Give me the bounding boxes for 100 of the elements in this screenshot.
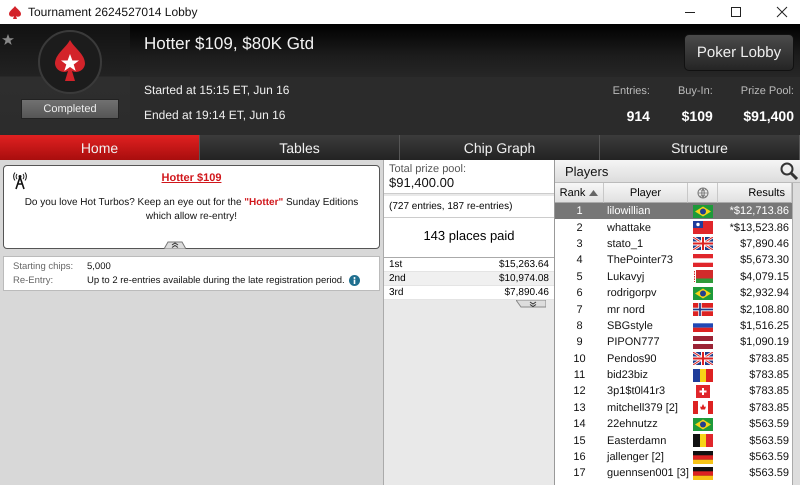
rank-cell-text: 10 (572, 352, 587, 367)
player-name[interactable]: 22ehnutzz (604, 416, 688, 432)
players-title: Players (565, 164, 608, 178)
player-name[interactable]: whattake (604, 219, 688, 236)
status-ribbon: Completed (21, 99, 119, 119)
player-name[interactable]: Lukavyj (604, 268, 688, 285)
start-time: Started at 15:15 ET, Jun 16 (144, 83, 290, 97)
result-cell-text: $783.85 (748, 368, 790, 384)
rank-cell-text: 7 (575, 302, 584, 318)
player-name[interactable]: stato_1 (604, 236, 688, 252)
player-name[interactable]: SBGstyle (604, 318, 688, 334)
spade-logo-icon (38, 30, 102, 94)
detail-value: Up to 2 re-entries available during the late registration period. (87, 275, 345, 286)
player-name[interactable]: mitchell379 [2] (604, 400, 688, 416)
tournament-name: Hotter $109, $80K Gtd (143, 33, 316, 54)
stat-label: Entries: (612, 85, 650, 97)
rank-cell-text: 9 (575, 335, 584, 350)
result-cell-text: $7,890.46 (739, 236, 790, 252)
rank-cell-text: 2 (575, 220, 584, 236)
player-name[interactable]: jallenger [2] (604, 448, 688, 466)
rank-cell-text: 8 (575, 318, 584, 334)
detail-label: Re-Entry: (13, 275, 54, 286)
column-header[interactable] (688, 183, 718, 203)
end-time: Ended at 19:14 ET, Jun 16 (144, 108, 286, 122)
result-cell-text: $563.59 (748, 417, 790, 432)
column-header[interactable]: Rank (555, 183, 604, 203)
result-cell-text: $563.59 (748, 450, 790, 466)
places-paid: 143 places paid (384, 218, 554, 258)
collapse-icon[interactable] (164, 241, 186, 249)
result-cell-text: $2,108.80 (739, 302, 790, 318)
detail-value: 5,000 (87, 261, 111, 272)
player-name[interactable]: mr nord (604, 301, 688, 318)
result-cell-text: $5,673.30 (739, 253, 790, 268)
result-cell-text: $4,079.15 (739, 270, 790, 285)
maximize-icon[interactable] (730, 6, 742, 18)
prize-pool-label: Total prize pool: (389, 163, 468, 175)
player-name[interactable]: rodrigorpv (604, 284, 688, 302)
rank-cell-text: 16 (572, 450, 587, 466)
place-label: 3rd (389, 287, 404, 298)
tab[interactable]: Tables (200, 135, 400, 160)
rank-cell-text: 3 (575, 236, 584, 252)
place-label: 2nd (389, 273, 406, 284)
window-title: Tournament 2624527014 Lobby (28, 5, 198, 19)
detail-label: Starting chips: (13, 261, 74, 272)
rank-cell-text: 14 (572, 417, 587, 432)
player-name[interactable]: guennsen001 [3] (604, 465, 688, 482)
result-cell-text: $563.59 (748, 434, 790, 449)
player-name[interactable]: bid23biz (604, 366, 688, 384)
stat-label: Buy-In: (678, 85, 713, 97)
spade-logo-icon (8, 5, 22, 19)
prize-amount: $7,890.46 (504, 287, 549, 298)
antenna-icon (12, 172, 28, 190)
player-name[interactable]: lilowillian (604, 203, 688, 220)
rank-cell-text: 15 (572, 434, 587, 449)
rank-cell-text: 17 (572, 466, 587, 482)
column-label: Rank (560, 186, 586, 198)
prize-amount: $15,263.64 (498, 259, 549, 270)
player-name[interactable]: PIPON777 (604, 334, 688, 351)
result-cell-text: $2,932.94 (739, 286, 790, 302)
result-cell-text: $1,516.25 (739, 318, 790, 334)
player-name[interactable]: Pendos90 (604, 350, 688, 367)
result-cell-text: $1,090.19 (739, 335, 790, 350)
rank-cell-text: 12 (572, 384, 587, 400)
tab[interactable]: Structure (600, 135, 800, 160)
entries-note: (727 entries, 187 re-entries) (384, 196, 554, 218)
player-name[interactable]: 3p1$t0l41r3 (604, 383, 688, 400)
result-cell-text: $563.59 (748, 466, 790, 482)
rank-cell-text: 6 (575, 286, 584, 302)
result-cell-text: $783.85 (748, 384, 790, 400)
player-name[interactable]: Easterdamn (604, 432, 688, 449)
poker-lobby-button[interactable]: Poker Lobby (684, 34, 794, 71)
prize-amount: $10,974.08 (498, 273, 549, 284)
news-text: Do you love Hot Turbos? Keep an eye out for the "Hotter" Sunday Editions which allow re-entry! (24, 196, 360, 224)
result-cell-text: $783.85 (748, 400, 790, 416)
search-icon[interactable] (780, 162, 798, 180)
column-header[interactable]: Results (718, 183, 792, 203)
rank-cell-text: 4 (575, 253, 584, 268)
result-cell-text: $783.85 (748, 352, 790, 367)
info-icon[interactable] (348, 275, 360, 286)
tab[interactable]: Chip Graph (400, 135, 600, 160)
place-label: 1st (389, 259, 402, 270)
expand-icon[interactable] (516, 300, 546, 308)
rank-cell-text: 11 (572, 368, 586, 384)
rank-cell-text: 13 (572, 400, 587, 416)
result-cell: *$12,713.86 (718, 203, 792, 220)
prize-pool-total: $91,400.00 (389, 175, 456, 190)
sort-up-icon (589, 190, 598, 196)
result-cell-text: *$13,523.86 (728, 220, 790, 236)
globe-icon (696, 186, 708, 198)
stat-value: $91,400 (743, 108, 794, 124)
rank-cell-text: 5 (575, 270, 584, 285)
stat-value: $109 (682, 108, 713, 124)
stat-label: Prize Pool: (740, 85, 794, 97)
close-icon[interactable] (776, 6, 788, 18)
column-header[interactable]: Player (604, 183, 688, 203)
rank-cell: 1 (555, 203, 604, 220)
news-title-link[interactable]: Hotter $109 (162, 172, 222, 184)
tab[interactable]: Home (0, 135, 200, 160)
star-icon[interactable] (2, 34, 14, 46)
player-name[interactable]: ThePointer73 (604, 252, 688, 269)
